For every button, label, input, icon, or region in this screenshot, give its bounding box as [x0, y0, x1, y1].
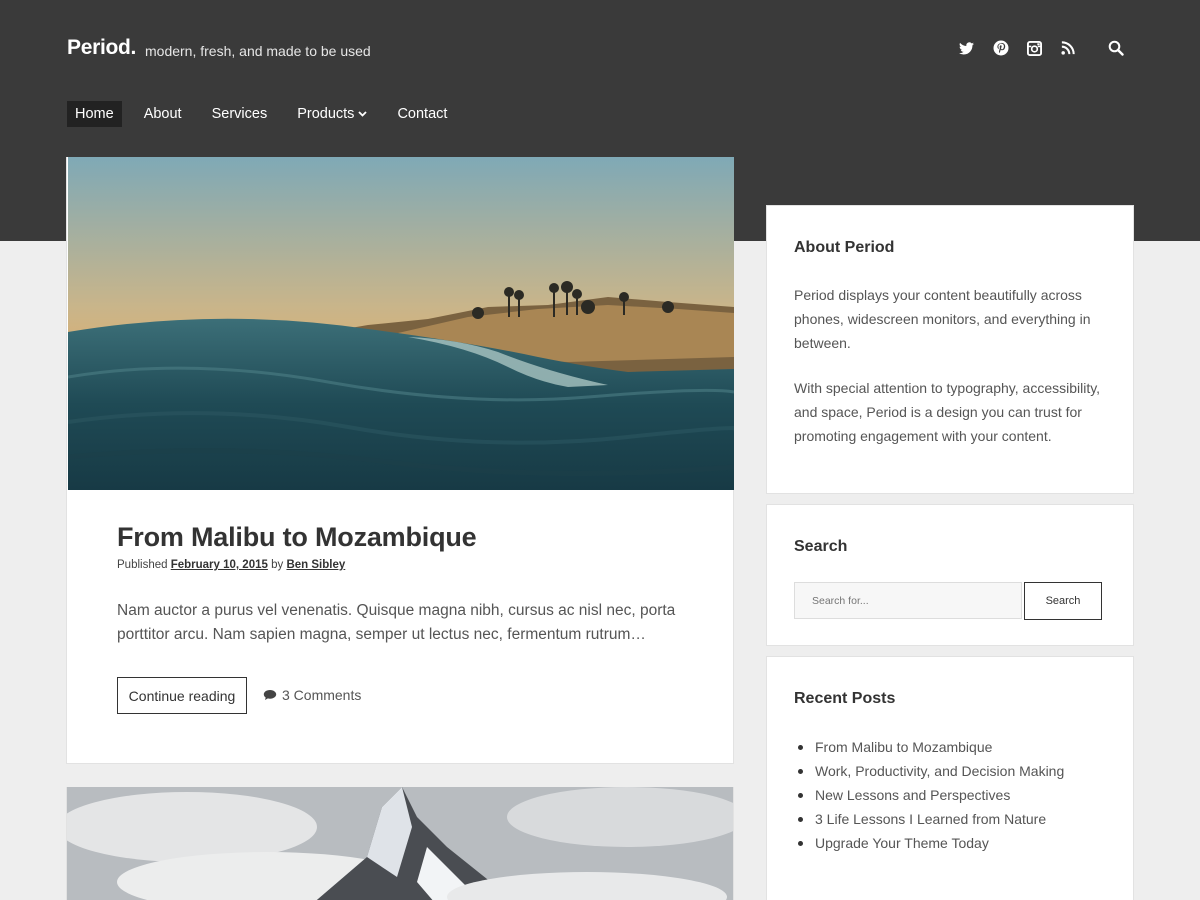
about-widget-title: About Period	[794, 239, 895, 256]
post-card: From Malibu to Mozambique Published Febr…	[66, 157, 734, 764]
post-author-link[interactable]: Ben Sibley	[286, 559, 345, 571]
continue-reading-button[interactable]: Continue reading	[117, 677, 247, 714]
post-meta: Published February 10, 2015 by Ben Sible…	[117, 559, 345, 571]
twitter-icon[interactable]	[959, 39, 974, 57]
post-date-link[interactable]: February 10, 2015	[171, 559, 268, 571]
meta-by: by	[271, 559, 284, 571]
recent-posts-title: Recent Posts	[794, 690, 896, 707]
rss-icon[interactable]	[1061, 39, 1075, 57]
post-excerpt: Nam auctor a purus vel venenatis. Quisqu…	[117, 602, 676, 643]
search-widget-title: Search	[794, 538, 848, 555]
nav-item-contact[interactable]: Contact	[389, 101, 455, 127]
comments-link[interactable]: 3 Comments	[263, 687, 361, 703]
recent-post-link[interactable]: 3 Life Lessons I Learned from Nature	[794, 807, 1064, 831]
comments-count: 3 Comments	[282, 687, 362, 703]
recent-post-link[interactable]: Work, Productivity, and Decision Making	[794, 759, 1064, 783]
chevron-down-icon	[358, 111, 368, 117]
site-title[interactable]: Period.	[67, 36, 136, 60]
nav-item-label: Services	[211, 106, 268, 122]
nav-item-label: Contact	[397, 106, 448, 122]
nav-item-products[interactable]: Products	[289, 101, 375, 127]
main-nav: Home About Services Products Contact	[67, 101, 469, 127]
nav-item-services[interactable]: Services	[204, 101, 276, 127]
meta-prefix: Published	[117, 559, 168, 571]
search-button[interactable]: Search	[1024, 582, 1102, 620]
about-text-2: With special attention to typography, ac…	[794, 380, 1101, 444]
recent-post-link[interactable]: From Malibu to Mozambique	[794, 735, 1064, 759]
nav-item-home[interactable]: Home	[67, 101, 122, 127]
nav-item-label: Home	[75, 106, 114, 122]
post-title[interactable]: From Malibu to Mozambique	[117, 522, 477, 553]
recent-post-link[interactable]: New Lessons and Perspectives	[794, 783, 1064, 807]
recent-post-link[interactable]: Upgrade Your Theme Today	[794, 831, 1064, 855]
post-featured-image[interactable]	[68, 157, 734, 490]
search-icon[interactable]	[1108, 39, 1124, 57]
pinterest-icon[interactable]	[993, 39, 1009, 57]
about-widget: About Period Period displays your conten…	[766, 205, 1134, 494]
post-card	[66, 787, 734, 900]
search-input[interactable]	[794, 582, 1022, 619]
nav-item-about[interactable]: About	[136, 101, 190, 127]
search-widget: Search Search	[766, 504, 1134, 646]
post-featured-image[interactable]	[67, 787, 734, 900]
about-text-1: Period displays your content beautifully…	[794, 287, 1091, 351]
comment-icon	[263, 690, 277, 700]
nav-item-label: About	[143, 106, 182, 122]
recent-posts-list: From Malibu to Mozambique Work, Producti…	[794, 735, 1064, 855]
recent-posts-widget: Recent Posts From Malibu to Mozambique W…	[766, 656, 1134, 900]
nav-item-label: Products	[297, 106, 355, 122]
instagram-icon[interactable]	[1027, 39, 1042, 57]
site-tagline: modern, fresh, and made to be used	[145, 43, 371, 59]
